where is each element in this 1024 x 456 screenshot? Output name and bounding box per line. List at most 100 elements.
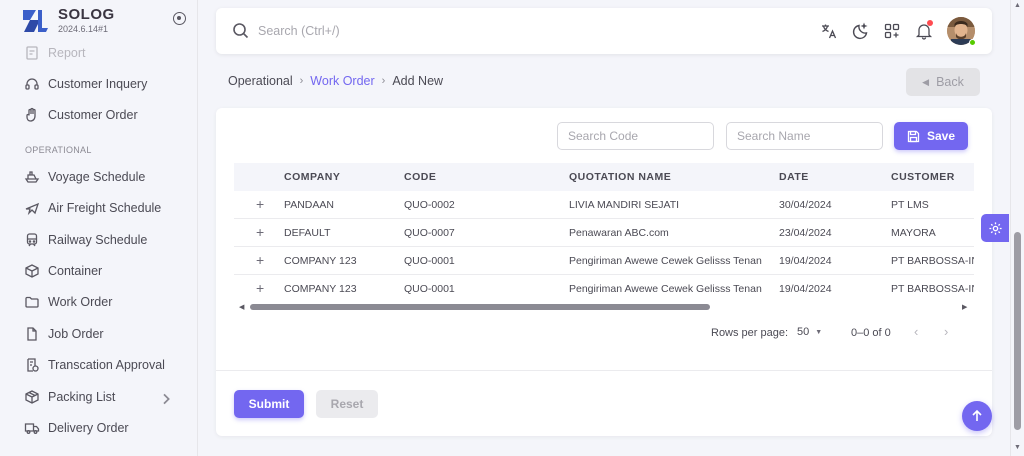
breadcrumb-separator-icon: › xyxy=(381,75,386,87)
search-input[interactable] xyxy=(258,20,558,42)
next-page-icon[interactable]: › xyxy=(944,324,948,339)
dark-mode-icon[interactable] xyxy=(852,22,870,40)
cell-customer: MAYORA xyxy=(891,227,936,239)
scroll-left-icon[interactable]: ◀ xyxy=(239,303,244,311)
ship-icon xyxy=(24,169,40,185)
chevron-left-icon: ◀ xyxy=(922,76,930,87)
back-button[interactable]: ◀ Back xyxy=(906,68,980,96)
scroll-down-icon[interactable]: ▼ xyxy=(1014,444,1021,451)
sidebar-item-label: Customer Order xyxy=(48,108,138,122)
sidebar-item-report[interactable]: Report xyxy=(0,38,197,68)
cell-date: 23/04/2024 xyxy=(779,227,832,239)
shortcuts-icon[interactable] xyxy=(883,22,901,40)
table-row[interactable]: + PANDAAN QUO-0002 LIVIA MANDIRI SEJATI … xyxy=(234,191,974,219)
folder-icon xyxy=(24,294,40,310)
sidebar-item-work-order[interactable]: Work Order xyxy=(0,287,197,317)
search-icon xyxy=(233,23,249,39)
sidebar-item-label: Report xyxy=(48,46,86,60)
container-icon xyxy=(24,263,40,279)
cell-quotation-name: LIVIA MANDIRI SEJATI xyxy=(569,199,680,211)
arrow-up-icon xyxy=(972,409,982,421)
sidebar-item-label: Job Order xyxy=(48,327,104,341)
search-name-input[interactable] xyxy=(726,122,883,150)
cell-date: 30/04/2024 xyxy=(779,199,832,211)
cell-company: COMPANY 123 xyxy=(284,283,357,295)
file-icon xyxy=(24,326,40,342)
column-header-date[interactable]: DATE xyxy=(779,171,809,183)
previous-page-icon[interactable]: ‹ xyxy=(914,324,918,339)
expand-row-icon[interactable]: + xyxy=(256,280,264,296)
notification-dot xyxy=(927,20,933,26)
train-icon xyxy=(24,232,40,248)
cell-customer: PT BARBOSSA-INI xyxy=(891,255,974,267)
cell-code: QUO-0001 xyxy=(404,283,455,295)
sidebar-item-label: Delivery Order xyxy=(48,421,129,435)
submit-button[interactable]: Submit xyxy=(234,390,304,418)
breadcrumb-separator-icon: › xyxy=(299,75,304,87)
save-button[interactable]: Save xyxy=(894,122,968,150)
scroll-up-icon[interactable]: ▲ xyxy=(1014,2,1021,9)
expand-row-icon[interactable]: + xyxy=(256,224,264,240)
page-vertical-scrollbar[interactable]: ▲ ▼ xyxy=(1010,0,1024,456)
column-header-quotation-name[interactable]: QUOTATION NAME xyxy=(569,171,671,183)
rows-per-page-label: Rows per page: xyxy=(711,327,789,339)
expand-row-icon[interactable]: + xyxy=(256,252,264,268)
sologo-logo-icon xyxy=(23,10,48,32)
floppy-disk-icon xyxy=(907,130,920,142)
theme-settings-button[interactable] xyxy=(981,214,1009,242)
cell-date: 19/04/2024 xyxy=(779,283,832,295)
table-row[interactable]: + COMPANY 123 QUO-0001 Pengiriman Awewe … xyxy=(234,275,974,303)
sidebar-item-voyage-schedule[interactable]: Voyage Schedule xyxy=(0,162,197,192)
column-header-customer[interactable]: CUSTOMER xyxy=(891,171,955,183)
table-horizontal-scrollbar[interactable]: ◀ ▶ xyxy=(234,301,974,313)
breadcrumb-root[interactable]: Operational xyxy=(228,74,293,88)
scrollbar-thumb[interactable] xyxy=(250,304,710,310)
sidebar-item-customer-order[interactable]: Customer Order xyxy=(0,100,197,130)
breadcrumb-current: Add New xyxy=(392,74,444,88)
cell-code: QUO-0001 xyxy=(404,255,455,267)
breadcrumb: Operational › Work Order › Add New xyxy=(228,74,443,88)
scroll-to-top-button[interactable] xyxy=(962,401,992,431)
expand-row-icon[interactable]: + xyxy=(256,196,264,212)
sidebar-item-container[interactable]: Container xyxy=(0,256,197,286)
breadcrumb-work-order-link[interactable]: Work Order xyxy=(310,74,374,88)
scroll-right-icon[interactable]: ▶ xyxy=(962,303,967,311)
sidebar-item-transcation-approval[interactable]: Transcation Approval xyxy=(0,350,197,380)
approval-icon xyxy=(24,357,40,373)
pagination-range: 0–0 of 0 xyxy=(851,327,891,339)
sidebar-item-label: Transcation Approval xyxy=(48,358,165,372)
sidebar-item-label: Container xyxy=(48,264,103,278)
page-scrollbar-thumb[interactable] xyxy=(1014,232,1021,430)
sidebar-item-job-order[interactable]: Job Order xyxy=(0,319,197,349)
gear-icon xyxy=(988,221,1002,235)
sidebar-item-air-freight-schedule[interactable]: Air Freight Schedule xyxy=(0,193,197,223)
rows-per-page-select[interactable]: 50 ▼ xyxy=(797,326,822,338)
translate-icon[interactable] xyxy=(820,22,838,40)
column-header-code[interactable]: CODE xyxy=(404,171,436,183)
back-button-label: Back xyxy=(936,75,964,89)
headset-icon xyxy=(24,76,40,92)
sidebar-collapse-toggle[interactable] xyxy=(173,12,186,25)
notification-bell-icon[interactable] xyxy=(915,20,933,40)
column-header-company[interactable]: COMPANY xyxy=(284,171,340,183)
sidebar-item-label: Customer Inquery xyxy=(48,77,148,91)
table-row[interactable]: + COMPANY 123 QUO-0001 Pengiriman Awewe … xyxy=(234,247,974,275)
sidebar-item-packing-list[interactable]: Packing List xyxy=(0,382,197,412)
reset-button[interactable]: Reset xyxy=(316,390,378,418)
search-code-input[interactable] xyxy=(557,122,714,150)
brand[interactable]: SOLOG 2024.6.14#1 xyxy=(20,6,190,38)
sidebar-item-railway-schedule[interactable]: Railway Schedule xyxy=(0,225,197,255)
rows-per-page-value: 50 xyxy=(797,326,810,338)
scrollbar-track[interactable] xyxy=(250,304,958,310)
report-icon xyxy=(24,45,40,61)
table-row[interactable]: + DEFAULT QUO-0007 Penawaran ABC.com 23/… xyxy=(234,219,974,247)
cell-quotation-name: Penawaran ABC.com xyxy=(569,227,669,239)
sidebar-item-label: Air Freight Schedule xyxy=(48,201,162,215)
caret-down-icon: ▼ xyxy=(815,328,823,336)
truck-icon xyxy=(24,420,40,436)
sidebar-item-delivery-order[interactable]: Delivery Order xyxy=(0,413,197,443)
sidebar-item-label: Packing List xyxy=(48,390,116,404)
sidebar-item-customer-inquery[interactable]: Customer Inquery xyxy=(0,69,197,99)
cell-quotation-name: Pengiriman Awewe Cewek Gelisss Tenan xyxy=(569,283,762,295)
cell-code: QUO-0007 xyxy=(404,227,455,239)
